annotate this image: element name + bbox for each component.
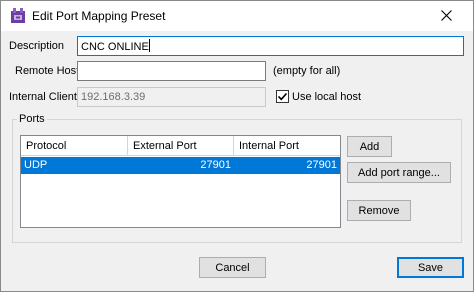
table-row[interactable]: UDP 27901 27901 <box>21 157 340 174</box>
internal-client-value: 192.168.3.39 <box>81 91 146 103</box>
ports-group-label: Ports <box>17 113 47 125</box>
internal-client-label: Internal Client <box>9 91 77 103</box>
cancel-button[interactable]: Cancel <box>199 257 266 278</box>
add-button[interactable]: Add <box>347 136 392 157</box>
column-header-internal-port[interactable]: Internal Port <box>234 136 340 156</box>
title-bar[interactable]: Edit Port Mapping Preset <box>1 1 473 31</box>
close-icon <box>440 10 452 21</box>
dialog-window: Edit Port Mapping Preset Description CNC… <box>0 0 474 292</box>
add-port-range-button[interactable]: Add port range... <box>347 162 451 183</box>
window-title: Edit Port Mapping Preset <box>32 9 166 23</box>
cell-internal-port: 27901 <box>306 159 337 171</box>
checkmark-icon <box>277 92 288 101</box>
cell-protocol: UDP <box>24 159 48 171</box>
column-header-external-port[interactable]: External Port <box>128 136 234 156</box>
save-button[interactable]: Save <box>397 257 464 278</box>
remote-host-label: Remote Host <box>15 65 80 77</box>
remote-host-field[interactable] <box>77 61 266 81</box>
description-label: Description <box>9 40 65 52</box>
close-button[interactable] <box>419 1 473 30</box>
ports-table[interactable]: Protocol External Port Internal Port UDP… <box>20 135 341 228</box>
remote-host-hint: (empty for all) <box>273 65 341 77</box>
app-icon <box>11 8 25 23</box>
description-field[interactable]: CNC ONLINE <box>77 36 464 56</box>
column-header-protocol[interactable]: Protocol <box>21 136 128 156</box>
use-local-host-checkbox[interactable] <box>276 90 289 103</box>
cell-external-port: 27901 <box>200 159 231 171</box>
internal-client-field[interactable]: 192.168.3.39 <box>77 87 266 107</box>
remove-button[interactable]: Remove <box>347 200 411 221</box>
description-value: CNC ONLINE <box>81 41 149 53</box>
text-caret <box>148 39 150 52</box>
use-local-host-label[interactable]: Use local host <box>292 91 361 103</box>
table-header: Protocol External Port Internal Port <box>21 136 340 156</box>
